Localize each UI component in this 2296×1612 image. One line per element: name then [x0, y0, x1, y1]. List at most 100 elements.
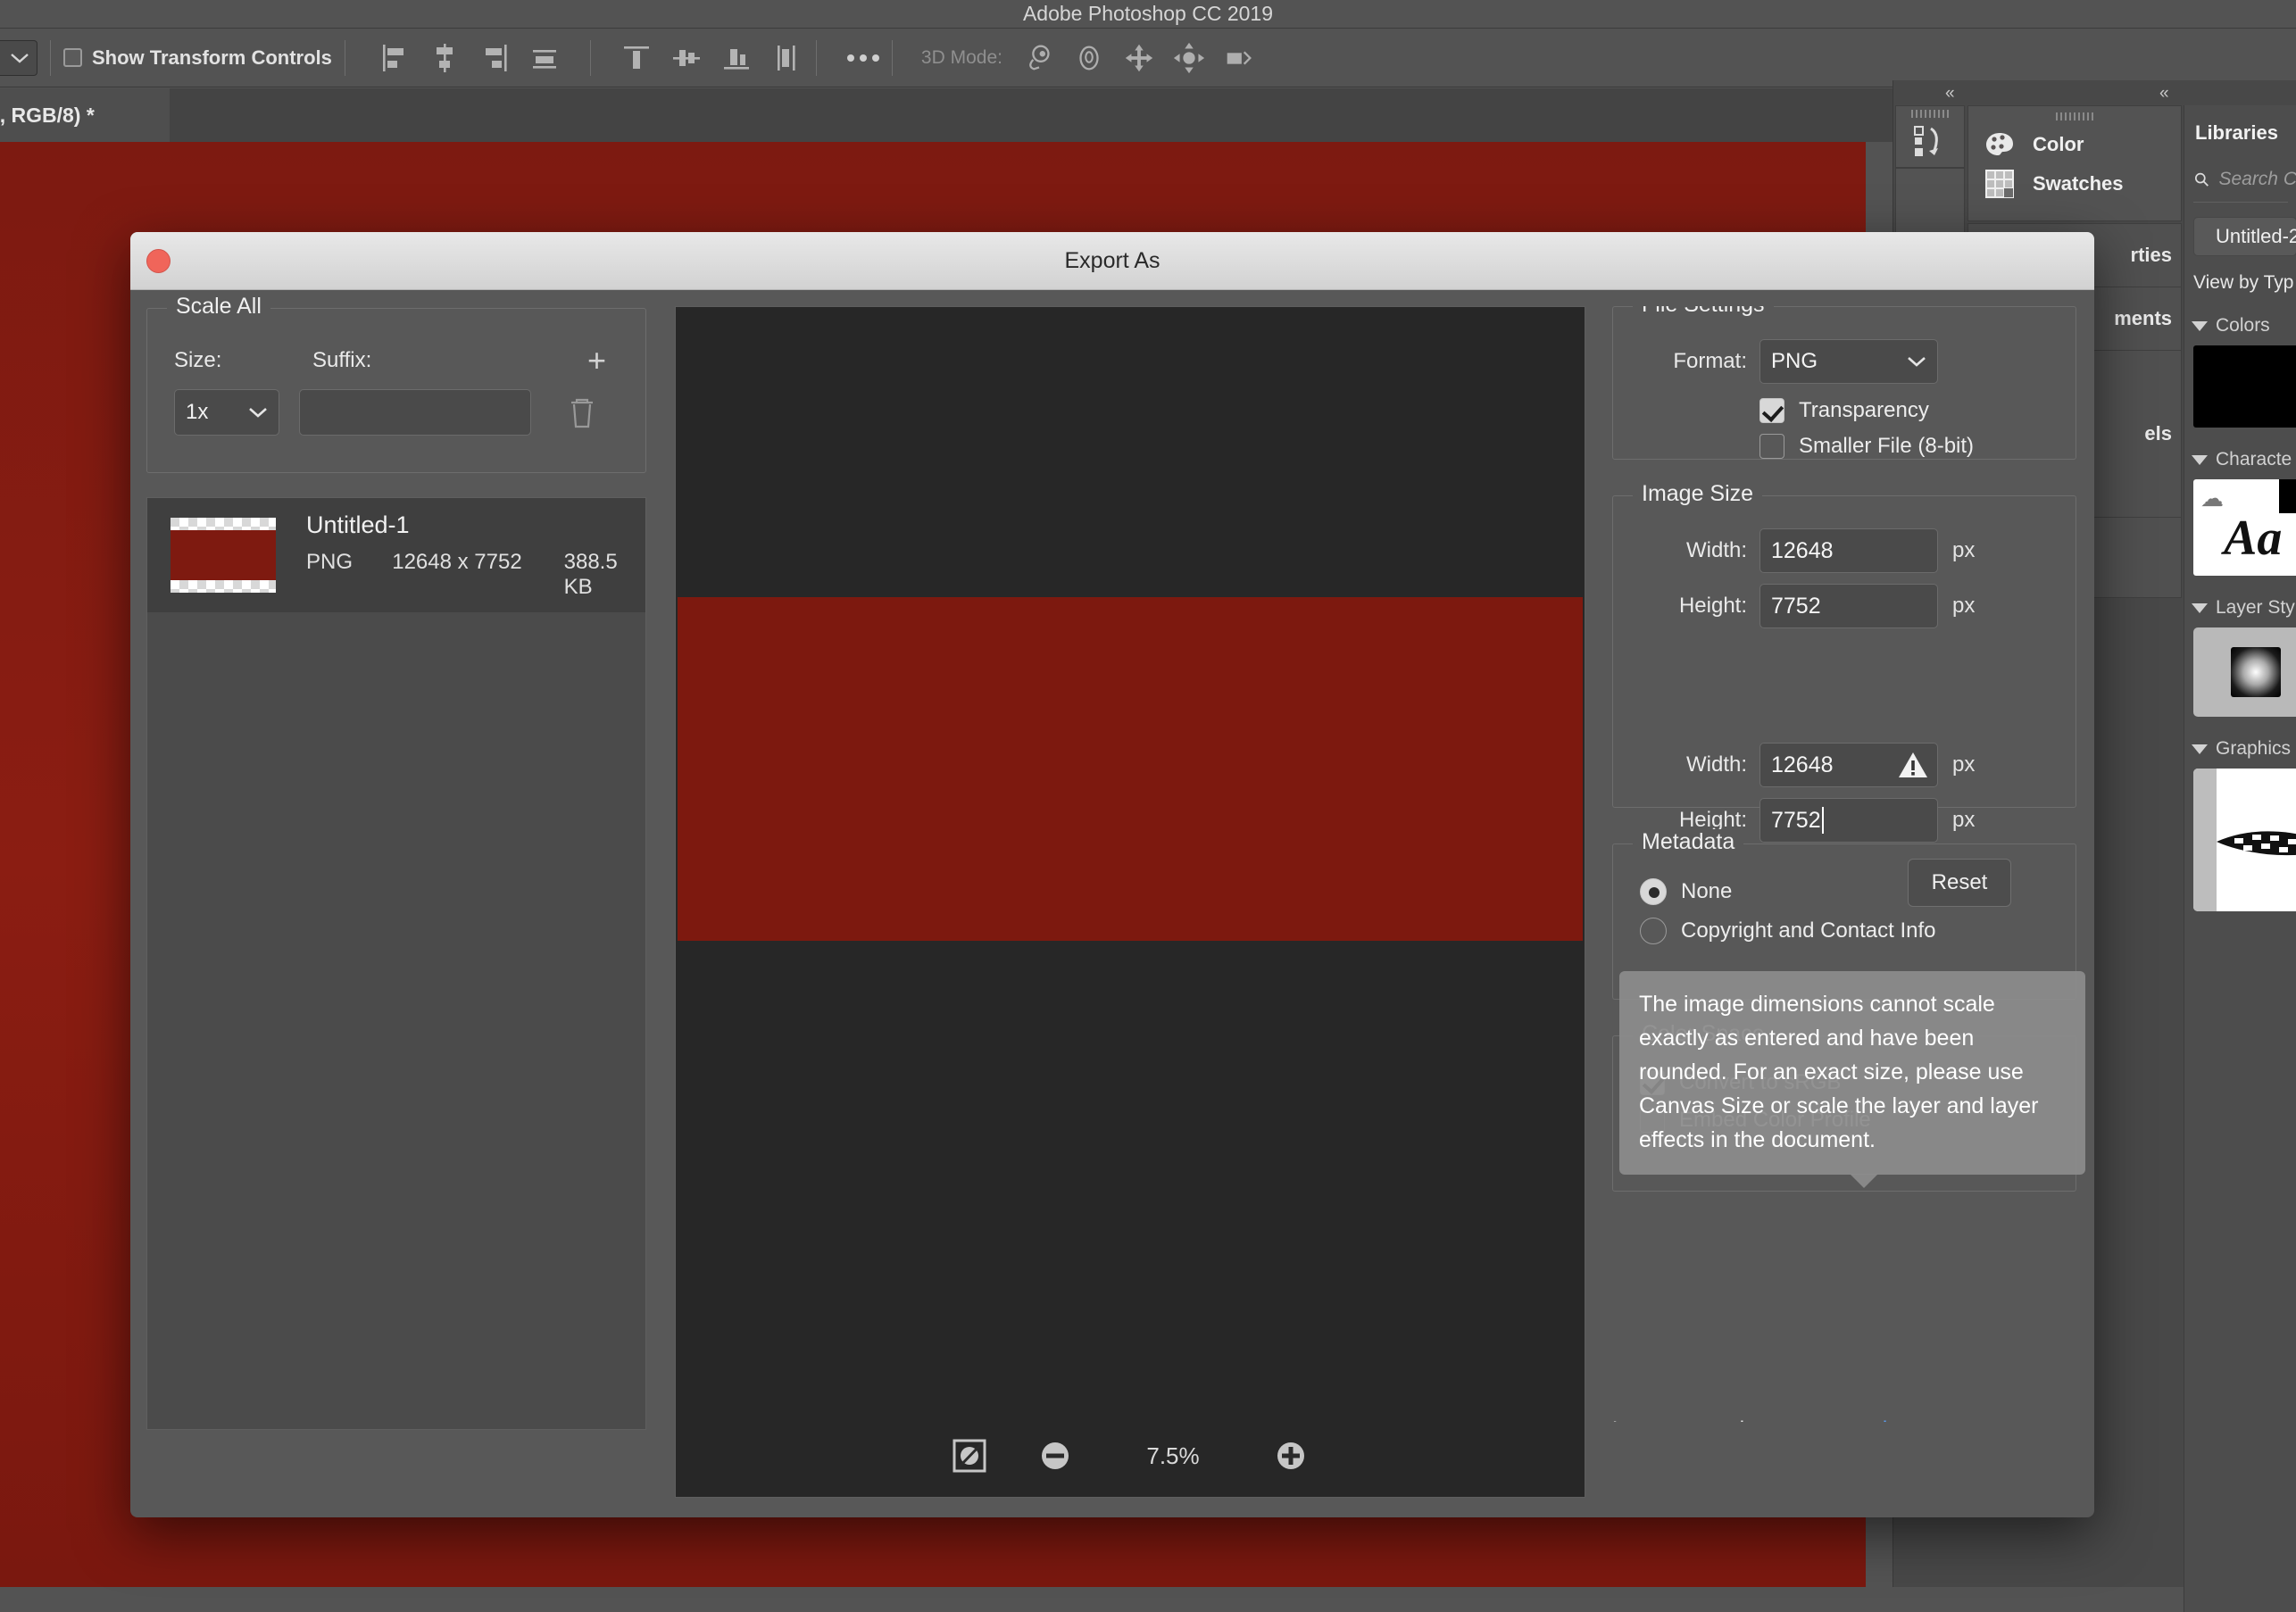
chevron-down-icon	[1907, 355, 1926, 368]
collapse-panels-right-icon[interactable]: «	[2159, 84, 2167, 104]
dialog-body: Scale All Size: Suffix: + 1x	[130, 290, 2094, 1517]
libraries-search-row[interactable]: Search C	[2184, 145, 2296, 191]
format-row: Format: PNG	[1613, 307, 2076, 384]
document-tab[interactable]: yer 1, RGB/8) *	[0, 88, 170, 142]
canvas-width-unit: px	[1952, 752, 1975, 777]
divider	[892, 40, 893, 76]
document-tab-label: yer 1, RGB/8) *	[0, 104, 95, 128]
canvas-height-input[interactable]: 7752	[1759, 798, 1938, 843]
export-as-dialog: Export As Scale All Size: Suffix: + 1x	[130, 232, 2094, 1517]
3d-pan-icon[interactable]	[1122, 41, 1156, 75]
scale-all-legend: Scale All	[167, 294, 270, 320]
plus-icon[interactable]: +	[587, 345, 606, 377]
asset-filesize: 388.5 KB	[564, 550, 645, 600]
history-panel-button[interactable]	[1895, 105, 1965, 168]
3d-slide-icon[interactable]	[1172, 41, 1206, 75]
library-graphic-asset[interactable]	[2193, 769, 2296, 911]
library-selector-chip[interactable]: Untitled-2	[2193, 217, 2296, 256]
3d-camera-icon[interactable]	[1222, 41, 1256, 75]
photoshop-app: Adobe Photoshop CC 2019 er Show Transfor…	[0, 0, 2296, 1587]
preview-toolbar: 7.5%	[676, 1415, 1585, 1497]
libraries-view-by[interactable]: View by Typ	[2184, 256, 2296, 294]
libraries-section-layer-styles[interactable]: Layer Sty	[2184, 576, 2296, 619]
scale-all-group: Scale All Size: Suffix: + 1x	[146, 308, 646, 473]
thumbnail-fill	[171, 530, 276, 580]
tool-preset-select[interactable]: er	[0, 40, 37, 76]
asset-name: Untitled-1	[306, 511, 645, 539]
align-horizontal-centers-icon[interactable]	[428, 41, 462, 75]
warning-triangle-icon	[1898, 751, 1928, 779]
image-width-input[interactable]: 12648	[1759, 528, 1938, 573]
metadata-none-radio[interactable]	[1640, 878, 1667, 905]
zoom-out-icon[interactable]	[1038, 1439, 1072, 1473]
image-size-group: Image Size Width: 12648 px Height: 7752	[1612, 495, 2076, 808]
smaller-file-row[interactable]: Smaller File (8-bit)	[1613, 423, 2076, 459]
transparency-toggle-icon[interactable]	[953, 1439, 986, 1473]
dock-collapse-row: « «	[1893, 80, 2296, 105]
format-select[interactable]: PNG	[1759, 339, 1938, 384]
size-select[interactable]: 1x	[174, 389, 279, 436]
chevron-down-icon	[10, 52, 29, 64]
library-color-swatch[interactable]	[2193, 345, 2296, 428]
zoom-in-icon[interactable]	[1274, 1439, 1308, 1473]
align-vertical-centers-icon[interactable]	[670, 41, 703, 75]
transparency-row[interactable]: Transparency	[1613, 384, 2076, 423]
libraries-section-character-label: Characte	[2216, 449, 2292, 470]
libraries-section-layer-styles-label: Layer Sty	[2216, 597, 2295, 619]
transparency-checkbox[interactable]	[1759, 398, 1784, 423]
panel-tab-color[interactable]: Color	[1968, 126, 2181, 163]
canvas-height-value: 7752	[1771, 808, 1821, 834]
align-top-edges-icon[interactable]	[620, 41, 653, 75]
3d-orbit-icon[interactable]	[1022, 41, 1056, 75]
asset-info: Untitled-1 PNG 12648 x 7752 388.5 KB	[306, 511, 645, 600]
divider	[816, 40, 817, 76]
ellipsis-icon[interactable]	[847, 54, 879, 62]
panel-tab-swatches[interactable]: Swatches	[1968, 163, 2181, 204]
suffix-label: Suffix:	[312, 348, 587, 373]
three-d-mode-label: 3D Mode:	[921, 47, 1002, 69]
libraries-panel: Libraries Search C Untitled-2 View by Ty…	[2184, 105, 2296, 1612]
trash-icon[interactable]	[567, 395, 597, 429]
disclosure-triangle-icon	[2192, 455, 2208, 465]
assets-column: Scale All Size: Suffix: + 1x	[146, 308, 646, 1424]
image-size-legend: Image Size	[1633, 481, 1762, 507]
canvas-width-input[interactable]: 12648	[1759, 743, 1938, 787]
3d-roll-icon[interactable]	[1072, 41, 1106, 75]
panel-grip	[2056, 112, 2093, 120]
color-palette-icon	[1984, 131, 2018, 158]
history-icon	[1911, 123, 1949, 159]
character-style-color-chip	[2279, 479, 2296, 513]
divider	[50, 40, 51, 76]
distribute-vertical-icon[interactable]	[769, 41, 803, 75]
file-settings-group: File Settings Format: PNG Transparency	[1612, 306, 2076, 460]
canvas-width-value: 12648	[1771, 752, 1834, 778]
panel-tab-color-label: Color	[2033, 133, 2084, 156]
export-options-column: File Settings Format: PNG Transparency	[1612, 306, 2076, 1422]
image-height-input[interactable]: 7752	[1759, 584, 1938, 628]
preview-image	[678, 597, 1583, 941]
smaller-file-checkbox[interactable]	[1759, 434, 1784, 459]
metadata-copyright-label: Copyright and Contact Info	[1681, 918, 1936, 943]
distribute-horizontal-icon[interactable]	[528, 41, 562, 75]
metadata-copyright-radio[interactable]	[1640, 918, 1667, 944]
format-select-value: PNG	[1771, 349, 1818, 374]
suffix-input[interactable]	[299, 389, 531, 436]
libraries-section-colors[interactable]: Colors	[2184, 294, 2296, 337]
options-bar: er Show Transform Controls 3D Mode:	[0, 28, 2296, 87]
library-character-style[interactable]: ☁ Aa	[2193, 479, 2296, 576]
image-width-row: Width: 12648 px	[1613, 496, 2076, 573]
libraries-section-graphics[interactable]: Graphics	[2184, 717, 2296, 760]
panel-tab-swatches-label: Swatches	[2033, 172, 2124, 195]
libraries-section-character[interactable]: Characte	[2184, 428, 2296, 470]
align-left-edges-icon[interactable]	[378, 41, 412, 75]
export-options-link[interactable]: export options	[1787, 1417, 1922, 1422]
align-right-edges-icon[interactable]	[478, 41, 512, 75]
show-transform-controls-checkbox[interactable]	[63, 48, 82, 67]
canvas-width-label: Width:	[1613, 752, 1747, 777]
image-size-warning-tooltip: The image dimensions cannot scale exactl…	[1619, 971, 2085, 1175]
collapse-panels-left-icon[interactable]: «	[1945, 84, 1953, 104]
metadata-option-copyright[interactable]: Copyright and Contact Info	[1613, 905, 2076, 944]
library-layer-style[interactable]	[2193, 627, 2296, 717]
align-bottom-edges-icon[interactable]	[720, 41, 753, 75]
list-item[interactable]: Untitled-1 PNG 12648 x 7752 388.5 KB	[147, 498, 645, 612]
